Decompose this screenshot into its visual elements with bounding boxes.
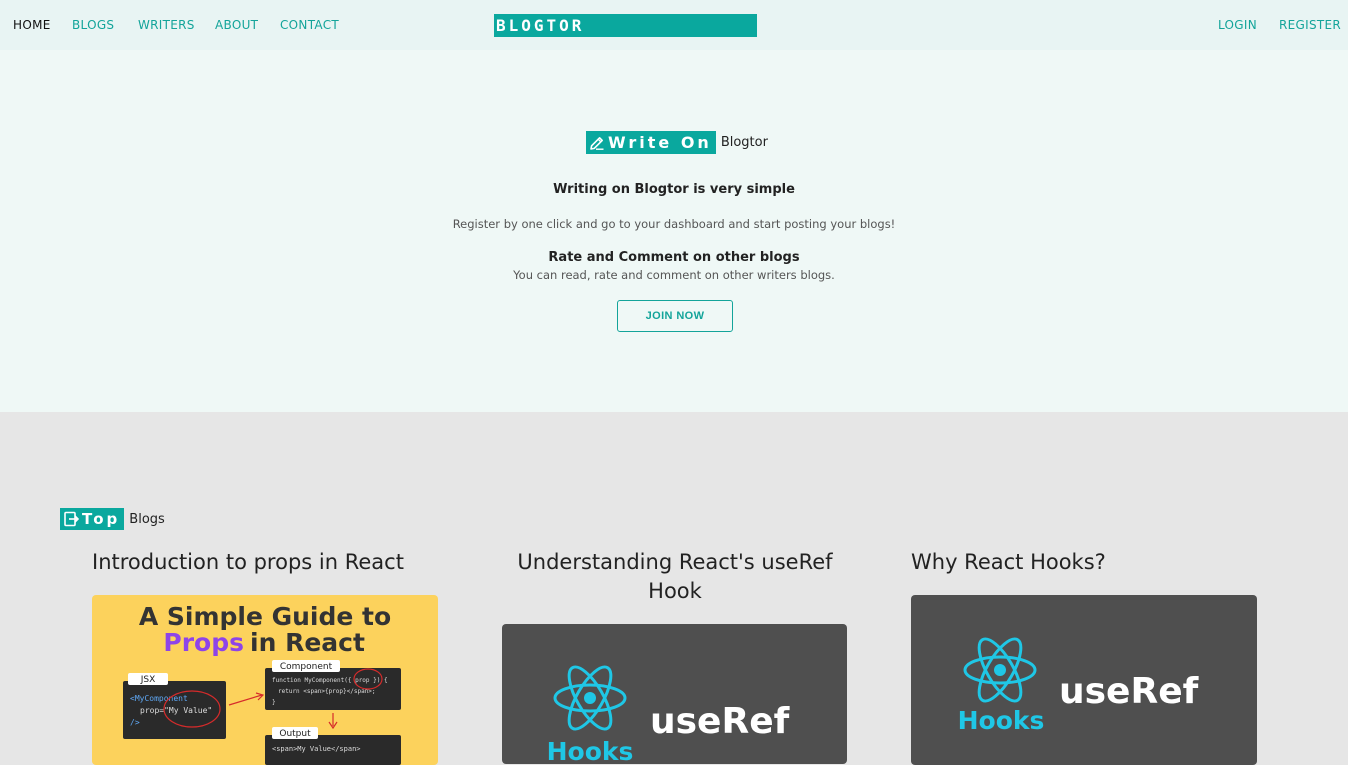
nav-contact-link[interactable]: CONTACT <box>280 18 339 32</box>
thumb-code-comp-2: return <span>{prop}</span>; <box>278 688 376 695</box>
top-blogs-suffix: Blogs <box>129 511 165 527</box>
props-guide-thumbnail: A Simple Guide to Props in React JSX <My… <box>123 602 401 765</box>
thumb-hooks-text: Hooks <box>958 706 1045 735</box>
top-blogs-section: Top Blogs Introduction to props in React… <box>0 412 1348 765</box>
nav-about-link[interactable]: ABOUT <box>215 18 258 32</box>
join-now-button[interactable]: JOIN NOW <box>617 300 733 332</box>
thumb-code-jsx-2: prop="My Value" <box>140 706 212 715</box>
thumb-headline-accent: Props <box>163 628 244 657</box>
thumb-label-output: Output <box>279 729 311 739</box>
react-atom-icon <box>963 637 1037 703</box>
nav-home-link[interactable]: HOME <box>13 18 51 32</box>
blog-card-title[interactable]: Introduction to props in React <box>92 548 438 577</box>
thumb-hooks-text: Hooks <box>547 737 634 764</box>
thumb-code-comp-3: } <box>272 699 276 706</box>
write-on-badge: Write On <box>586 131 716 154</box>
nav-writers-link[interactable]: WRITERS <box>138 18 195 32</box>
hero-section: Write On Blogtor Writing on Blogtor is v… <box>0 50 1348 412</box>
thumb-code-comp-1: function MyComponent({ prop }) { <box>272 677 388 684</box>
write-on-badge-text: Write On <box>608 133 712 152</box>
nav-blogs-link[interactable]: BLOGS <box>72 18 114 32</box>
thumb-useref-text: useRef <box>1059 671 1199 712</box>
thumb-useref-text: useRef <box>650 701 790 742</box>
top-badge: Top <box>60 508 125 530</box>
useref-thumbnail: Hooks useRef <box>547 665 790 764</box>
hero-subtitle: Rate and Comment on other blogs <box>548 250 800 265</box>
react-hooks-thumbnail: Hooks useRef <box>958 637 1199 735</box>
blog-card-image[interactable]: Hooks useRef <box>502 624 847 764</box>
register-link[interactable]: REGISTER <box>1279 18 1341 32</box>
navbar: HOME BLOGS WRITERS ABOUT CONTACT BLOGTOR… <box>0 0 1348 50</box>
write-on-heading: Write On Blogtor <box>586 131 768 154</box>
pencil-icon <box>590 136 604 150</box>
hero-description: Register by one click and go to your das… <box>452 217 896 231</box>
blog-card-title[interactable]: Understanding React's useRef Hook <box>502 548 848 606</box>
thumb-code-jsx-3: /> <box>130 718 140 727</box>
brand-logo[interactable]: BLOGTOR <box>494 14 757 37</box>
react-atom-icon <box>553 665 627 731</box>
thumb-label-component: Component <box>280 662 333 672</box>
write-on-suffix: Blogtor <box>720 135 768 150</box>
thumb-code-jsx-1: <MyComponent <box>130 694 188 703</box>
thumb-headline-2: in React <box>250 628 365 657</box>
top-badge-text: Top <box>82 510 121 528</box>
hero-title: Writing on Blogtor is very simple <box>553 182 795 197</box>
blog-card-image[interactable]: A Simple Guide to Props in React JSX <My… <box>92 595 438 765</box>
exit-door-icon <box>64 511 79 527</box>
thumb-label-jsx: JSX <box>140 675 156 685</box>
blog-card-image[interactable]: Hooks useRef <box>911 595 1257 765</box>
top-blogs-heading: Top Blogs <box>60 508 165 530</box>
hero-sub-description: You can read, rate and comment on other … <box>513 268 835 282</box>
login-link[interactable]: LOGIN <box>1218 18 1257 32</box>
blog-card-title[interactable]: Why React Hooks? <box>911 548 1257 577</box>
thumb-headline-1: A Simple Guide to <box>139 602 391 631</box>
